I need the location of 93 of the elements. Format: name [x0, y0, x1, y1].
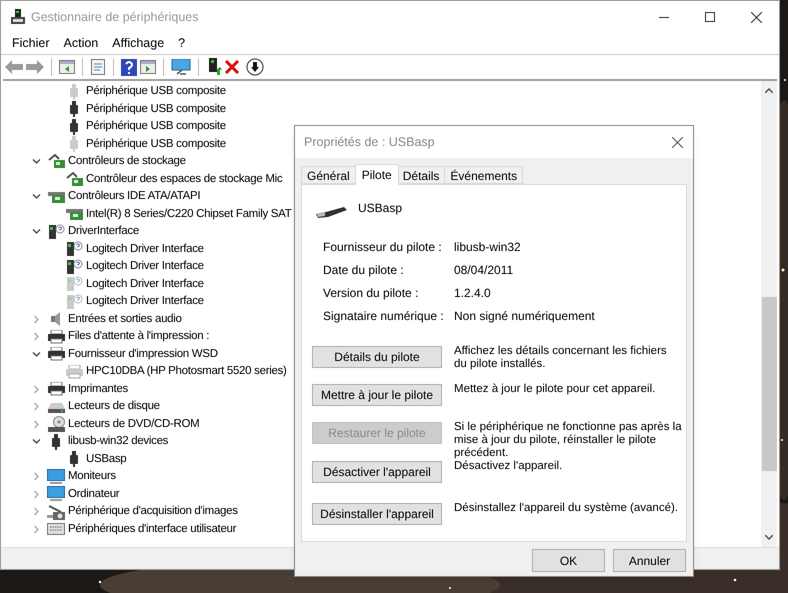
- tree-item[interactable]: Logitech Driver Interface: [86, 258, 204, 276]
- menu-item[interactable]: Affichage: [105, 34, 172, 52]
- field-label: Version du pilote :: [323, 285, 420, 302]
- tree-item[interactable]: libusb-win32 devices: [68, 433, 168, 450]
- speaker-icon: [49, 311, 63, 328]
- action-description: Si le périphérique ne fonctionne pas après la mise à jour du pilote, réinstaller le pilote précédent.: [454, 421, 682, 460]
- window-panel-icon[interactable]: [59, 60, 75, 74]
- tree-item[interactable]: Lecteurs de disque: [68, 398, 160, 416]
- scroll-down-icon[interactable]: [765, 535, 773, 540]
- printer-icon: [48, 347, 64, 362]
- tree-item[interactable]: Imprimantes: [68, 380, 128, 398]
- driver-action-button[interactable]: Désactiver l'appareil: [312, 461, 442, 483]
- driver-action-button[interactable]: Mettre à jour le pilote: [312, 384, 442, 406]
- cancel-button[interactable]: Annuler: [613, 549, 686, 572]
- driver-action-button[interactable]: Détails du pilote: [312, 346, 442, 368]
- scroll-up-icon[interactable]: [765, 88, 773, 93]
- tree-item[interactable]: Moniteurs: [68, 468, 116, 486]
- device-manager-icon: [11, 9, 25, 25]
- chevron-down-icon[interactable]: [32, 227, 41, 236]
- action-description: Désinstallez l'appareil du système (avancé).: [454, 502, 679, 515]
- maximize-icon[interactable]: [705, 12, 715, 22]
- tree-item[interactable]: Périphérique USB composite: [86, 100, 226, 118]
- disc-drive-icon: [48, 416, 64, 432]
- tree-item[interactable]: Lecteurs de DVD/CD-ROM: [68, 416, 200, 433]
- menu-item[interactable]: Action: [56, 34, 106, 52]
- chevron-down-icon[interactable]: [32, 437, 41, 446]
- scrollbar-thumb[interactable]: [762, 297, 776, 471]
- printer-icon: [48, 382, 64, 396]
- menu-item[interactable]: ?: [171, 34, 192, 52]
- forward-arrow-icon[interactable]: [26, 60, 44, 74]
- device-name: USBasp: [358, 200, 402, 217]
- scrollbar[interactable]: [761, 81, 777, 547]
- window-panel-icon[interactable]: [140, 60, 156, 74]
- field-label: Fournisseur du pilote :: [323, 239, 443, 256]
- field-label: Date du pilote :: [323, 262, 405, 279]
- tree-item[interactable]: Logitech Driver Interface: [86, 240, 204, 258]
- window-title: Gestionnaire de périphériques: [31, 8, 198, 26]
- tree-item[interactable]: Périphérique USB composite: [86, 118, 226, 136]
- tree-item[interactable]: Périphérique d'acquisition d'images: [68, 503, 238, 520]
- tree-item[interactable]: Contrôleur des espaces de stockage Mic: [86, 170, 282, 188]
- ok-button[interactable]: OK: [532, 549, 605, 572]
- add-device-icon[interactable]: [206, 58, 222, 76]
- controller-card-icon: [48, 190, 64, 204]
- tab[interactable]: Général: [301, 166, 356, 184]
- action-description: Désactivez l'appareil.: [454, 460, 564, 473]
- device-question-icon: [48, 224, 64, 240]
- tree-item[interactable]: Files d'attente à l'impression :: [68, 328, 210, 346]
- help-icon[interactable]: [121, 58, 137, 76]
- field-label: Signataire numérique :: [323, 308, 445, 325]
- keyboard-icon: [47, 523, 65, 536]
- tree-item[interactable]: USBasp: [86, 450, 126, 468]
- monitor-icon: [47, 486, 65, 502]
- tree-item[interactable]: Logitech Driver Interface: [86, 293, 204, 310]
- tab[interactable]: Événements: [444, 166, 524, 184]
- monitor-icon: [47, 468, 65, 485]
- tree-item[interactable]: Logitech Driver Interface: [86, 276, 204, 293]
- tree-item[interactable]: Périphérique USB composite: [86, 83, 226, 100]
- tree-item[interactable]: DriverInterface: [68, 223, 139, 240]
- properties-sheet-icon[interactable]: [90, 59, 106, 75]
- driver-action-button[interactable]: Désinstaller l'appareil: [312, 503, 442, 525]
- delete-icon[interactable]: [225, 60, 239, 74]
- close-icon[interactable]: [750, 12, 762, 22]
- tree-item[interactable]: Intel(R) 8 Series/C220 Chipset Family SAT: [86, 206, 292, 223]
- tree-item[interactable]: Entrées et sorties audio: [68, 310, 182, 328]
- disk-drive-icon: [48, 400, 64, 413]
- tree-item[interactable]: Périphériques d'interface utilisateur: [68, 520, 236, 538]
- tree-item[interactable]: Ordinateur: [68, 486, 120, 503]
- storage-controller-icon: [48, 154, 64, 170]
- dialog-title: Propriétés de : USBasp: [304, 134, 435, 151]
- chevron-down-icon[interactable]: [32, 157, 41, 166]
- action-description: Mettez à jour le pilote pour cet appareil.: [454, 383, 656, 396]
- tab[interactable]: Pilote: [354, 164, 399, 185]
- monitor-search-icon[interactable]: [171, 59, 191, 75]
- chevron-down-icon[interactable]: [32, 350, 41, 359]
- field-value: 08/04/2011: [454, 262, 514, 279]
- tree-item[interactable]: Contrôleurs IDE ATA/ATAPI: [68, 188, 200, 206]
- field-value: 1.2.4.0: [454, 285, 491, 302]
- field-value: libusb-win32: [454, 239, 521, 256]
- close-icon[interactable]: [672, 136, 683, 148]
- menu-item[interactable]: Fichier: [5, 34, 57, 52]
- tab[interactable]: Détails: [396, 166, 446, 184]
- download-icon[interactable]: [246, 58, 264, 76]
- back-arrow-icon[interactable]: [5, 60, 23, 74]
- chevron-down-icon[interactable]: [32, 192, 41, 202]
- scanner-icon: [47, 504, 65, 520]
- tree-item[interactable]: Périphérique USB composite: [86, 136, 226, 153]
- printer-icon: [48, 330, 64, 344]
- tree-item[interactable]: Fournisseur d'impression WSD: [68, 346, 218, 363]
- action-description: Affichez les détails concernant les fichiers du pilote installés.: [454, 345, 668, 371]
- tree-item[interactable]: HPC10DBA (HP Photosmart 5520 series): [86, 363, 287, 380]
- field-value: Non signé numériquement: [454, 308, 595, 325]
- tree-item[interactable]: Contrôleurs de stockage: [68, 153, 186, 170]
- usb-plug-icon: [51, 434, 61, 450]
